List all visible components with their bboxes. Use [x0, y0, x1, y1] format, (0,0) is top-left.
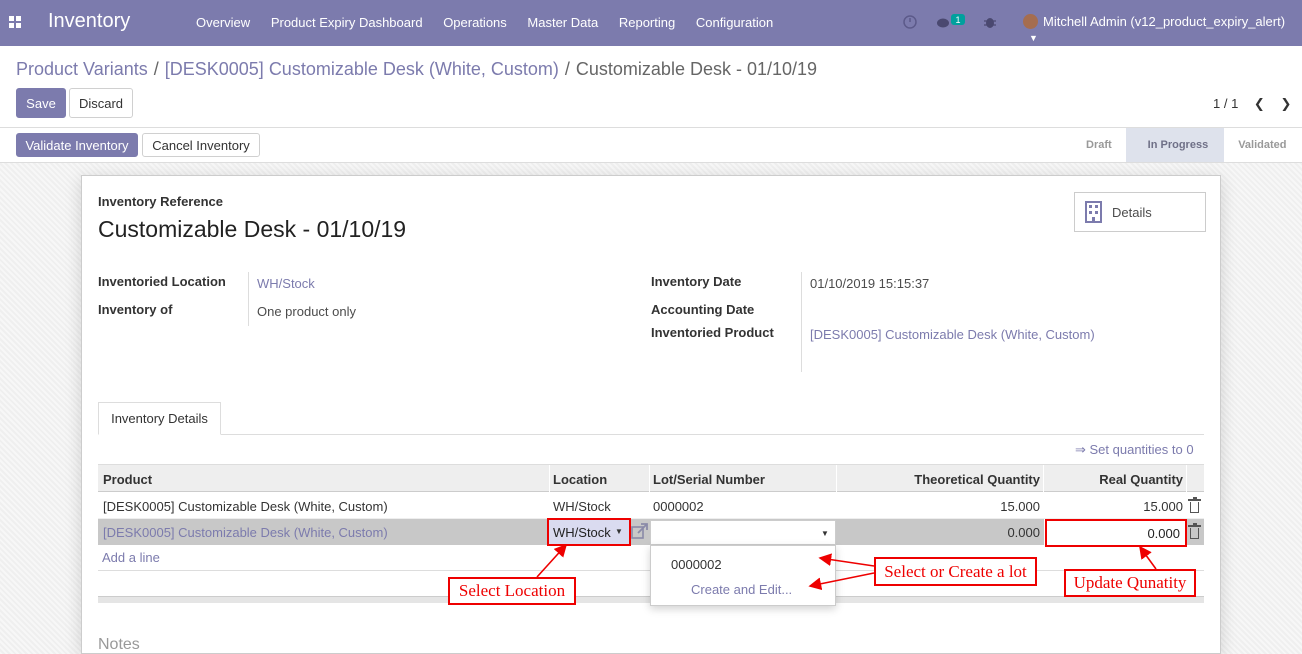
column-location[interactable]: Location [553, 472, 607, 487]
table-header: Product Location Lot/Serial Number Theor… [98, 464, 1204, 492]
user-menu[interactable]: Mitchell Admin (v12_product_expiry_alert… [1023, 14, 1302, 44]
chat-icon[interactable]: 1 [937, 14, 965, 28]
avatar [1023, 14, 1038, 29]
details-button[interactable]: Details [1074, 192, 1206, 232]
inventoried-product-label: Inventoried Product [651, 325, 774, 340]
field-divider [801, 272, 802, 372]
chevron-right-icon[interactable]: ❯ [1280, 96, 1291, 111]
breadcrumb-current: Customizable Desk - 01/10/19 [575, 59, 818, 79]
inventoried-product-value[interactable]: [DESK0005] Customizable Desk (White, Cus… [810, 327, 1095, 342]
field-divider [248, 272, 249, 326]
annotation-update-quantity: Update Qunatity [1064, 569, 1196, 597]
row-real-qty: 15.000 [1143, 499, 1183, 514]
inventoried-location-label: Inventoried Location [98, 274, 226, 289]
trash-icon[interactable] [1188, 523, 1201, 539]
trash-icon[interactable] [1188, 497, 1201, 513]
status-step-draft[interactable]: Draft [1072, 128, 1126, 162]
row-theoretical-qty: 0.000 [1007, 525, 1040, 540]
column-theoretical-qty[interactable]: Theoretical Quantity [840, 472, 1040, 487]
apps-grid-icon[interactable] [9, 16, 21, 28]
row-theoretical-qty: 15.000 [1000, 499, 1040, 514]
location-highlight-box [547, 518, 631, 546]
table-row[interactable]: [DESK0005] Customizable Desk (White, Cus… [98, 493, 1204, 519]
discard-button[interactable]: Discard [69, 88, 133, 118]
page-title[interactable]: Customizable Desk - 01/10/19 [98, 216, 406, 243]
row-product: [DESK0005] Customizable Desk (White, Cus… [103, 499, 388, 514]
status-step-in-progress[interactable]: In Progress [1125, 128, 1225, 162]
inventory-date-label: Inventory Date [651, 274, 742, 289]
validate-inventory-button[interactable]: Validate Inventory [16, 133, 138, 157]
inventory-reference-label: Inventory Reference [98, 194, 223, 209]
notes-label: Notes [98, 636, 140, 653]
user-name: Mitchell Admin (v12_product_expiry_alert… [1043, 14, 1286, 29]
status-step-validated[interactable]: Validated [1224, 128, 1300, 162]
bug-icon[interactable] [984, 18, 996, 28]
menu-master-data[interactable]: Master Data [527, 15, 598, 30]
details-button-label: Details [1112, 204, 1152, 220]
column-lot-serial[interactable]: Lot/Serial Number [653, 472, 765, 487]
statusbar: Validate Inventory Cancel Inventory Draf… [0, 128, 1302, 163]
tab-inventory-details[interactable]: Inventory Details [98, 402, 221, 435]
menu-operations[interactable]: Operations [443, 15, 507, 30]
breadcrumb-product-variants[interactable]: Product Variants [16, 59, 148, 79]
row-location: WH/Stock [553, 499, 611, 514]
breadcrumb-separator: / [564, 59, 570, 79]
column-separator [836, 465, 837, 492]
main-menu: Overview Product Expiry Dashboard Operat… [196, 15, 790, 30]
chat-badge: 1 [955, 15, 960, 25]
lot-serial-input[interactable]: ▼ [650, 520, 836, 545]
dropdown-option-lot[interactable]: 0000002 [671, 557, 722, 572]
menu-product-expiry-dashboard[interactable]: Product Expiry Dashboard [271, 15, 423, 30]
caret-down-icon[interactable]: ▼ [821, 529, 829, 538]
inventory-of-value[interactable]: One product only [257, 304, 356, 319]
chevron-left-icon[interactable]: ❮ [1254, 96, 1265, 111]
lot-dropdown: 0000002 Create and Edit... [650, 545, 836, 606]
app-brand[interactable]: Inventory [48, 10, 130, 33]
menu-overview[interactable]: Overview [196, 15, 250, 30]
systray: 1 [903, 14, 1023, 35]
column-separator [649, 465, 650, 492]
form-sheet: Inventory Reference Customizable Desk - … [81, 175, 1221, 654]
column-separator [1043, 465, 1044, 492]
top-navbar: Inventory Overview Product Expiry Dashbo… [0, 0, 1302, 46]
table-row-editing[interactable]: [DESK0005] Customizable Desk (White, Cus… [98, 519, 1204, 545]
accounting-date-label: Accounting Date [651, 302, 755, 317]
quantity-highlight-box [1045, 519, 1187, 547]
save-button[interactable]: Save [16, 88, 66, 118]
row-product[interactable]: [DESK0005] Customizable Desk (White, Cus… [103, 525, 388, 540]
pager-value[interactable]: 1 / 1 [1213, 96, 1238, 111]
inventory-date-value[interactable]: 01/10/2019 15:15:37 [810, 276, 929, 291]
pager: 1 / 1 ❮ ❯ [1213, 96, 1291, 112]
breadcrumb: Product Variants / [DESK0005] Customizable… [16, 59, 817, 80]
annotation-select-location: Select Location [448, 577, 576, 605]
menu-reporting[interactable]: Reporting [619, 15, 675, 30]
status-steps: Draft In Progress Validated [1072, 128, 1301, 162]
column-product[interactable]: Product [103, 472, 152, 487]
menu-configuration[interactable]: Configuration [696, 15, 773, 30]
column-separator [549, 465, 550, 492]
inventoried-location-value[interactable]: WH/Stock [257, 276, 315, 291]
add-a-line-link[interactable]: Add a line [102, 550, 160, 565]
external-link-icon[interactable] [630, 521, 650, 541]
tab-divider [98, 434, 1204, 435]
systray-icons: 1 [903, 14, 996, 29]
column-real-qty[interactable]: Real Quantity [1047, 472, 1183, 487]
caret-down-icon: ▼ [1029, 33, 1038, 43]
building-icon [1085, 201, 1102, 223]
breadcrumb-product[interactable]: [DESK0005] Customizable Desk (White, Cus… [165, 59, 559, 79]
set-quantities-zero-link[interactable]: ⇒ Set quantities to 0 [1075, 442, 1194, 458]
dropdown-create-and-edit[interactable]: Create and Edit... [691, 582, 792, 597]
breadcrumb-separator: / [153, 59, 159, 79]
clock-icon[interactable] [903, 15, 917, 29]
cancel-inventory-button[interactable]: Cancel Inventory [142, 133, 260, 157]
column-separator [1186, 465, 1187, 492]
row-lot: 0000002 [653, 499, 704, 514]
annotation-select-lot: Select or Create a lot [874, 557, 1037, 586]
inventory-of-label: Inventory of [98, 302, 173, 317]
